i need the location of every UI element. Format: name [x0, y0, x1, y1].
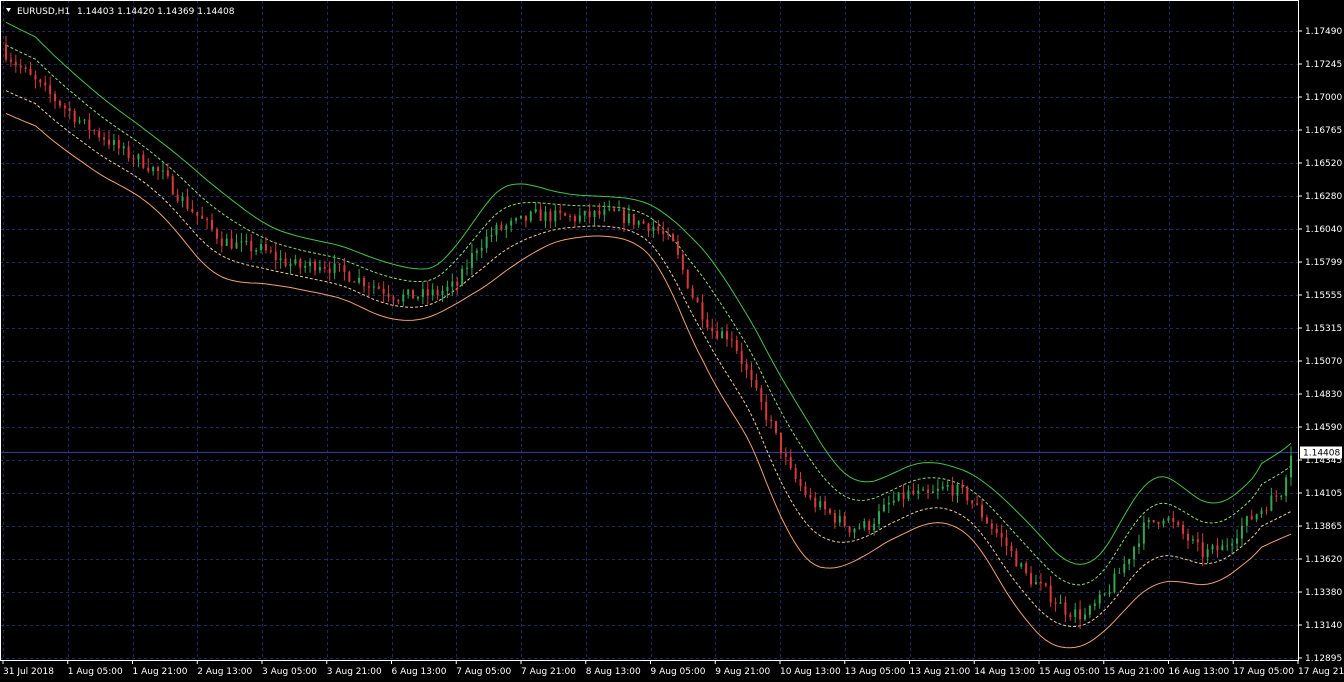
- y-tick-label: 1.13380: [1305, 588, 1342, 598]
- x-tick-label: 3 Aug 21:00: [327, 667, 382, 677]
- x-tick-label: 16 Aug 13:00: [1169, 667, 1230, 677]
- y-tick-label: 1.17245: [1305, 60, 1342, 70]
- x-tick-label: 13 Aug 21:00: [910, 667, 971, 677]
- x-tick-label: 9 Aug 05:00: [651, 667, 706, 677]
- y-tick-label: 1.15070: [1305, 357, 1342, 367]
- x-tick-label: 13 Aug 05:00: [845, 667, 906, 677]
- y-tick-label: 1.14590: [1305, 423, 1342, 433]
- y-tick-label: 1.15799: [1305, 258, 1342, 268]
- x-tick-label: 17 Aug 21:00: [1298, 667, 1344, 677]
- y-tick-label: 1.16520: [1305, 159, 1342, 169]
- y-tick-label: 1.17490: [1305, 27, 1342, 37]
- y-tick-label: 1.16280: [1305, 192, 1342, 202]
- candle: [1015, 548, 1018, 567]
- ohlc-values: 1.14403 1.14420 1.14369 1.14408: [77, 7, 235, 17]
- price-chart[interactable]: 1.14408 1.174901.172451.170001.167651.16…: [0, 0, 1344, 682]
- candle: [171, 173, 174, 196]
- x-tick-label: 10 Aug 13:00: [780, 667, 841, 677]
- x-tick-label: 15 Aug 05:00: [1039, 667, 1100, 677]
- y-tick-label: 1.15555: [1305, 291, 1342, 301]
- y-tick-label: 1.14105: [1305, 489, 1342, 499]
- x-tick-label: 3 Aug 05:00: [262, 667, 317, 677]
- chart-background: [0, 0, 1344, 682]
- x-tick-label: 15 Aug 21:00: [1104, 667, 1165, 677]
- x-tick-label: 7 Aug 21:00: [521, 667, 576, 677]
- candle: [686, 269, 689, 290]
- x-tick-label: 9 Aug 21:00: [715, 667, 770, 677]
- x-tick-label: 14 Aug 13:00: [974, 667, 1035, 677]
- x-tick-label: 7 Aug 05:00: [456, 667, 511, 677]
- x-tick-label: 1 Aug 05:00: [68, 667, 123, 677]
- y-tick-label: 1.16040: [1305, 225, 1342, 235]
- y-tick-label: 1.17000: [1305, 93, 1342, 103]
- x-tick-label: 31 Jul 2018: [3, 667, 54, 677]
- y-tick-label: 1.13620: [1305, 555, 1342, 565]
- x-tick-label: 6 Aug 13:00: [392, 667, 447, 677]
- y-tick-label: 1.14345: [1305, 456, 1342, 466]
- y-tick-label: 1.16765: [1305, 126, 1342, 136]
- x-tick-label: 2 Aug 13:00: [197, 667, 252, 677]
- chart-header: EURUSD,H1 1.14403 1.14420 1.14369 1.1440…: [6, 7, 235, 17]
- symbol-label: EURUSD,H1: [17, 7, 70, 17]
- candle: [897, 491, 900, 502]
- candle: [348, 270, 351, 283]
- y-tick-label: 1.13140: [1305, 621, 1342, 631]
- x-tick-label: 8 Aug 13:00: [586, 667, 641, 677]
- y-tick-label: 1.13865: [1305, 522, 1342, 532]
- y-tick-label: 1.12895: [1305, 654, 1342, 664]
- y-tick-label: 1.15315: [1305, 324, 1342, 334]
- x-tick-label: 17 Aug 05:00: [1233, 667, 1294, 677]
- candle: [412, 289, 415, 299]
- x-tick-label: 1 Aug 21:00: [133, 667, 188, 677]
- y-tick-label: 1.14830: [1305, 390, 1342, 400]
